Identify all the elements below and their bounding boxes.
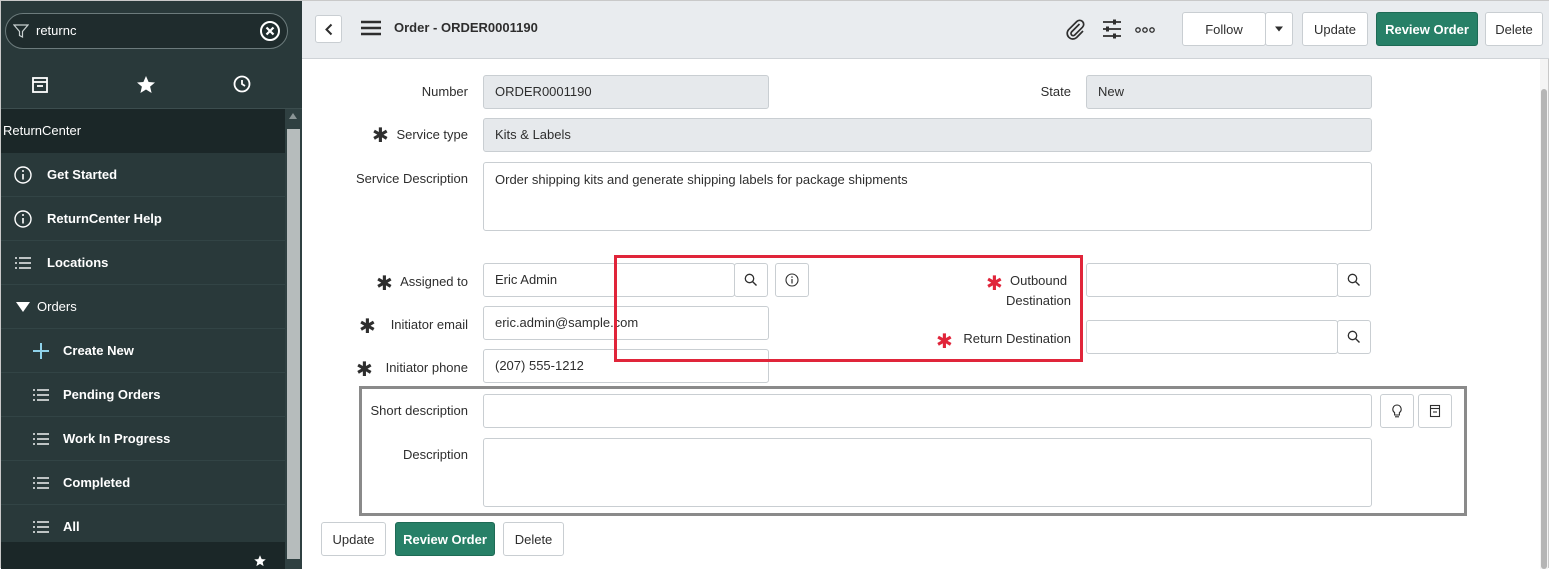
- required-marker: ✱: [376, 273, 393, 295]
- filter-icon: [13, 24, 29, 38]
- nav-item-returncenter-help[interactable]: ReturnCenter Help: [1, 197, 285, 241]
- form-title: Order - ORDER0001190: [394, 20, 538, 35]
- search-icon: [1347, 330, 1360, 343]
- app-header-partial[interactable]: [1, 542, 285, 569]
- nav-item-label: Create New: [63, 343, 134, 358]
- list-icon: [33, 477, 49, 489]
- info-icon: [14, 166, 32, 184]
- app-header-returncenter[interactable]: ReturnCenter: [1, 109, 285, 153]
- star-icon[interactable]: [132, 71, 160, 99]
- star-icon[interactable]: [251, 552, 269, 569]
- follow-button[interactable]: Follow: [1182, 12, 1266, 46]
- list-icon: [33, 389, 49, 401]
- required-marker: ✱: [372, 125, 389, 147]
- nav-item-create-new[interactable]: Create New: [1, 329, 285, 373]
- form-header: Order - ORDER0001190 Follow Update Revie…: [302, 1, 1549, 59]
- nav-item-label: Get Started: [47, 167, 118, 182]
- navigator-tabs: [1, 59, 302, 109]
- sidebar-scrollbar[interactable]: [285, 109, 302, 569]
- archive-icon[interactable]: [26, 71, 54, 99]
- navigator-list: ReturnCenter Get Started ReturnCenter He…: [1, 109, 285, 569]
- search-icon: [1347, 273, 1360, 286]
- footer-delete-button[interactable]: Delete: [503, 522, 564, 556]
- outbound-destination-lookup-button[interactable]: [1337, 263, 1371, 297]
- nav-item-orders[interactable]: Orders: [1, 285, 285, 329]
- footer-update-button[interactable]: Update: [321, 522, 386, 556]
- return-destination-label: Return Destination: [963, 331, 1071, 346]
- suggestion-button[interactable]: [1380, 394, 1414, 428]
- short-description-label: Short description: [370, 403, 468, 418]
- nav-item-completed[interactable]: Completed: [1, 461, 285, 505]
- number-field[interactable]: ORDER0001190: [483, 75, 769, 109]
- info-icon: [14, 210, 32, 228]
- nav-item-locations[interactable]: Locations: [1, 241, 285, 285]
- nav-item-label: Pending Orders: [63, 387, 161, 402]
- context-menu-icon[interactable]: [360, 18, 382, 38]
- nav-item-label: Completed: [63, 475, 131, 490]
- list-icon: [33, 521, 49, 533]
- outbound-destination-label-line2: Destination: [1005, 293, 1071, 308]
- review-order-button[interactable]: Review Order: [1376, 12, 1478, 46]
- scrollbar-thumb[interactable]: [1541, 89, 1547, 569]
- update-button[interactable]: Update: [1302, 12, 1368, 46]
- scroll-up-icon[interactable]: [289, 113, 297, 119]
- nav-item-pending-orders[interactable]: Pending Orders: [1, 373, 285, 417]
- short-description-field[interactable]: [483, 394, 1372, 428]
- triangle-down-icon: [16, 302, 30, 312]
- back-button[interactable]: [315, 15, 342, 43]
- navigator-sidebar: returnc ReturnCenter Get Started ReturnC…: [1, 1, 302, 569]
- plus-icon: [33, 343, 49, 359]
- service-description-label: Service Description: [356, 171, 468, 186]
- return-destination-lookup-button[interactable]: [1337, 320, 1371, 354]
- list-icon: [33, 433, 49, 445]
- caret-down-icon: [1275, 26, 1283, 32]
- document-icon: [1429, 404, 1441, 418]
- description-field[interactable]: [483, 438, 1372, 507]
- scrollbar-thumb[interactable]: [287, 129, 300, 559]
- service-description-field[interactable]: Order shipping kits and generate shippin…: [483, 162, 1372, 231]
- clock-icon[interactable]: [228, 71, 256, 99]
- return-destination-field[interactable]: [1086, 320, 1338, 354]
- required-marker: ✱: [359, 316, 376, 338]
- nav-item-work-in-progress[interactable]: Work In Progress: [1, 417, 285, 461]
- filter-input-value[interactable]: returnc: [36, 23, 76, 38]
- navigator-filter[interactable]: returnc: [5, 13, 288, 49]
- required-marker: ✱: [936, 331, 953, 353]
- delete-button[interactable]: Delete: [1485, 12, 1543, 46]
- nav-item-label: All: [63, 519, 80, 534]
- chevron-left-icon: [325, 23, 333, 36]
- assigned-to-label: Assigned to: [400, 274, 468, 289]
- initiator-email-label: Initiator email: [390, 317, 468, 332]
- more-options-icon[interactable]: [1133, 17, 1157, 41]
- number-label: Number: [421, 84, 468, 99]
- follow-dropdown-button[interactable]: [1265, 12, 1293, 46]
- required-marker: ✱: [356, 359, 373, 381]
- description-label: Description: [402, 447, 468, 462]
- app-window: returnc ReturnCenter Get Started ReturnC…: [0, 0, 1549, 569]
- lightbulb-icon: [1392, 404, 1402, 418]
- template-button[interactable]: [1418, 394, 1452, 428]
- clear-filter-icon[interactable]: [259, 20, 281, 42]
- nav-item-label: Work In Progress: [63, 431, 171, 446]
- state-label: State: [1040, 84, 1071, 99]
- footer-review-order-button[interactable]: Review Order: [395, 522, 495, 556]
- personalize-form-icon[interactable]: [1100, 17, 1124, 41]
- outbound-destination-label: Outbound: [1010, 273, 1068, 288]
- state-field[interactable]: New: [1086, 75, 1372, 109]
- paperclip-icon[interactable]: [1063, 17, 1087, 41]
- outbound-destination-field[interactable]: [1086, 263, 1338, 297]
- required-marker: ✱: [986, 273, 1003, 295]
- service-type-label: Service type: [396, 127, 468, 142]
- service-type-field[interactable]: Kits & Labels: [483, 118, 1372, 152]
- nav-item-label: Locations: [47, 255, 109, 270]
- nav-item-get-started[interactable]: Get Started: [1, 153, 285, 197]
- nav-item-label: Orders: [37, 299, 77, 314]
- list-icon: [15, 257, 31, 269]
- form-scrollbar[interactable]: [1540, 59, 1548, 569]
- initiator-phone-label: Initiator phone: [385, 360, 468, 375]
- nav-item-label: ReturnCenter Help: [47, 211, 162, 226]
